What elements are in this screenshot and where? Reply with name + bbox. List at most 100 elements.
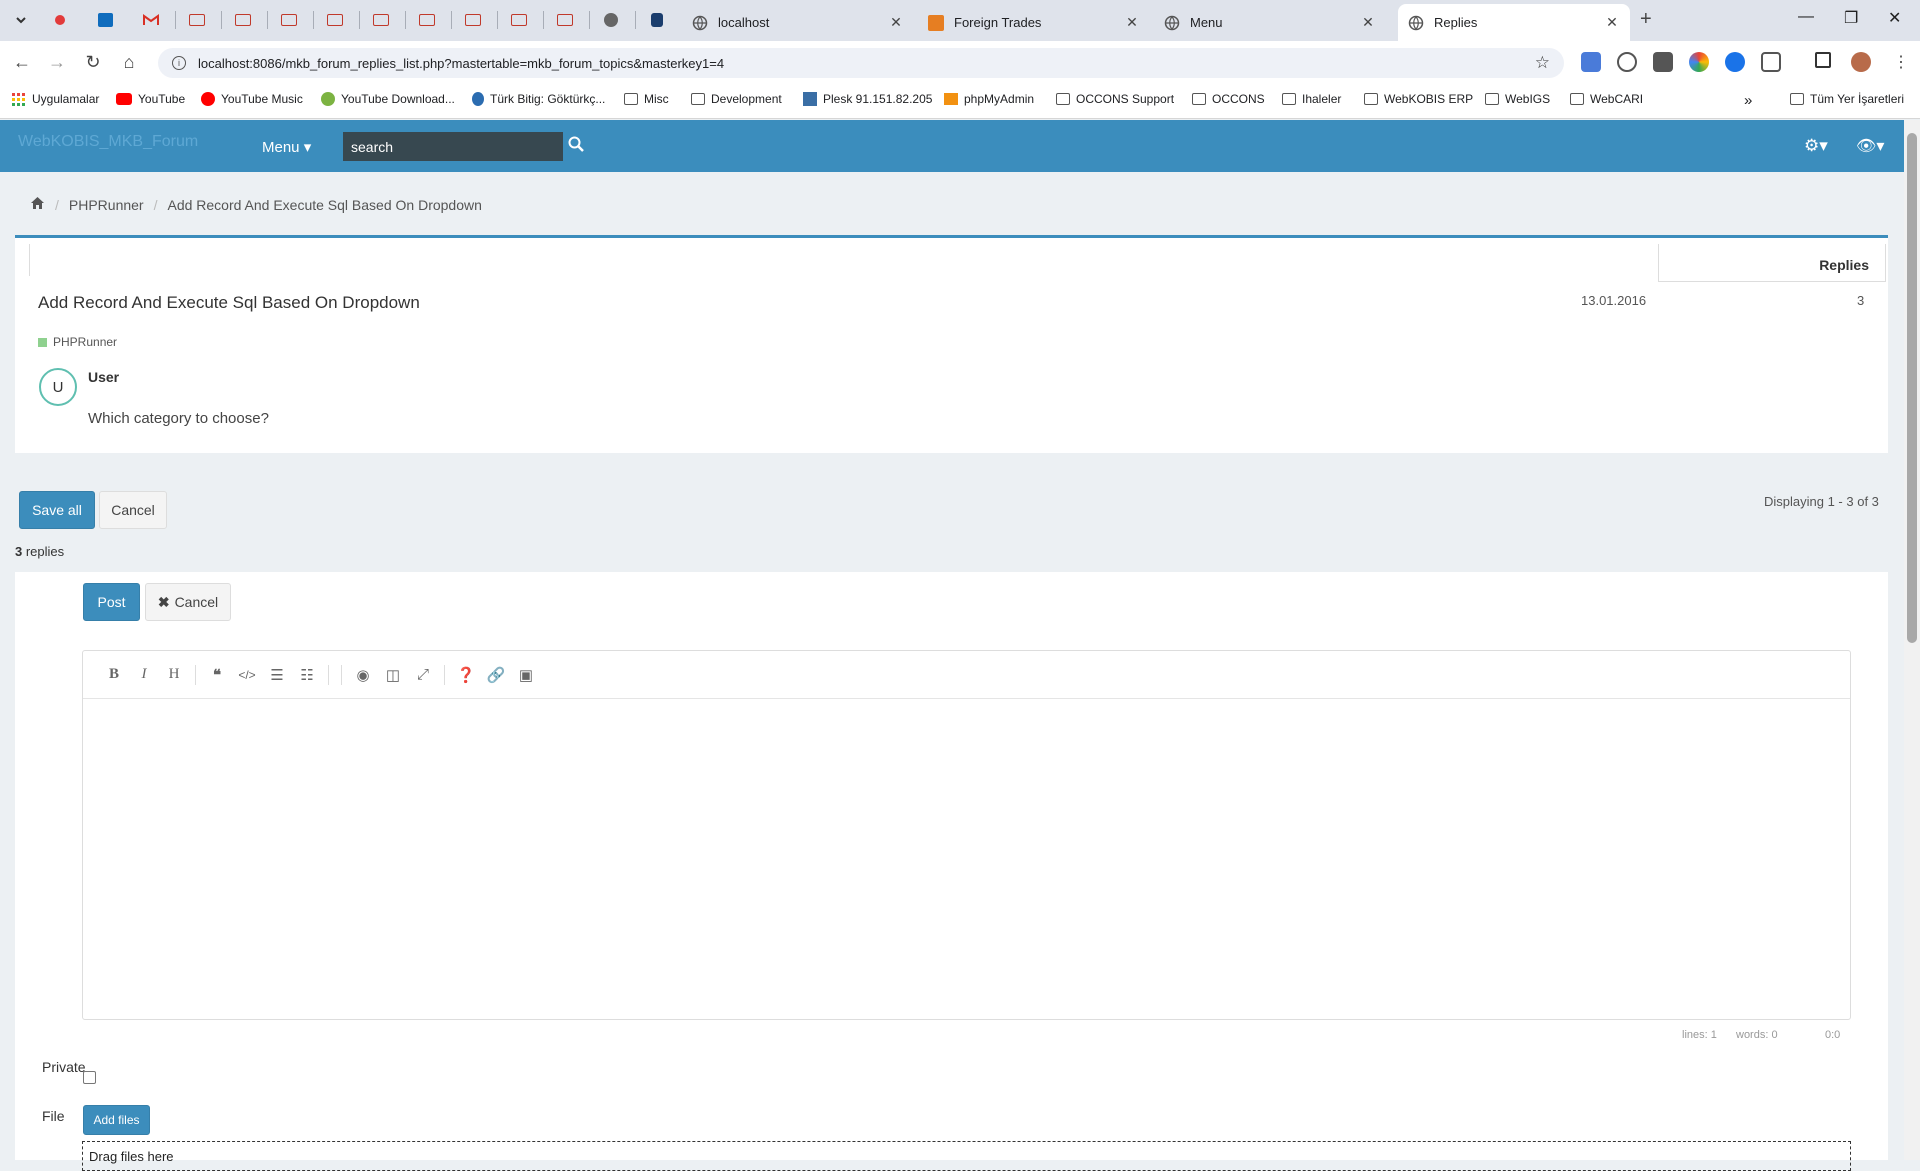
color-picker-extension-icon[interactable] xyxy=(1689,52,1709,72)
search-input[interactable] xyxy=(343,132,563,161)
markdown-editor[interactable]: B I H ❝ </> ☰ ☷ ◉ ◫ ⤢ ❓ 🔗 ▣ xyxy=(82,650,1851,1020)
bookmark-youtube-download[interactable]: YouTube Download... xyxy=(321,92,455,106)
tab-replies[interactable]: Replies ✕ xyxy=(1398,4,1630,41)
breadcrumb: / PHPRunner / Add Record And Execute Sql… xyxy=(30,196,482,213)
image-icon[interactable]: ▣ xyxy=(511,666,541,684)
app-tab-icon[interactable] xyxy=(276,8,302,32)
app-tab-icon[interactable] xyxy=(184,8,210,32)
file-dropzone[interactable]: Drag files here xyxy=(82,1141,1851,1171)
app-tab-icon[interactable] xyxy=(644,8,670,32)
quote-icon[interactable]: ❝ xyxy=(202,666,232,684)
gmail-tab-icon[interactable] xyxy=(138,8,164,32)
code-icon[interactable]: </> xyxy=(232,668,262,682)
bookmark-phpmyadmin[interactable]: phpMyAdmin xyxy=(944,92,1034,106)
folder-icon xyxy=(1570,93,1584,105)
save-all-button[interactable]: Save all xyxy=(19,491,95,529)
post-button[interactable]: Post xyxy=(83,583,140,621)
translate-extension-icon[interactable] xyxy=(1581,52,1601,72)
tab-search-icon[interactable] xyxy=(8,8,34,32)
private-checkbox[interactable] xyxy=(83,1071,96,1084)
infinity-extension-icon[interactable] xyxy=(1725,52,1745,72)
help-icon[interactable]: ❓ xyxy=(451,666,481,684)
app-tab-icon[interactable] xyxy=(552,8,578,32)
bookmark-folder-all[interactable]: Tüm Yer İşaretleri xyxy=(1790,92,1904,106)
fullscreen-icon[interactable]: ⤢ xyxy=(408,666,438,683)
cancel-reply-button[interactable]: ✖ Cancel xyxy=(145,583,231,621)
menu-dropdown[interactable]: Menu ▾ xyxy=(262,138,311,156)
recycle-extension-icon[interactable] xyxy=(1617,52,1637,72)
topic-date: 13.01.2016 xyxy=(1581,293,1647,308)
bookmark-folder-development[interactable]: Development xyxy=(691,92,782,106)
italic-icon[interactable]: I xyxy=(129,666,159,683)
back-icon[interactable]: ← xyxy=(11,52,33,73)
bold-icon[interactable]: B xyxy=(99,666,129,683)
home-icon[interactable] xyxy=(30,196,45,213)
heading-icon[interactable]: H xyxy=(159,666,189,683)
close-icon[interactable]: ✕ xyxy=(1360,14,1376,31)
bookmark-youtube-music[interactable]: YouTube Music xyxy=(201,92,303,106)
address-bar[interactable]: i localhost:8086/mkb_forum_replies_list.… xyxy=(158,48,1564,78)
minimize-icon[interactable]: — xyxy=(1798,8,1814,26)
close-icon[interactable]: ✕ xyxy=(888,14,904,31)
cancel-button[interactable]: Cancel xyxy=(99,491,167,529)
outlook-tab-icon[interactable] xyxy=(92,8,118,32)
more-bookmarks-icon[interactable]: » xyxy=(1744,92,1752,109)
kebab-menu-icon[interactable]: ⋮ xyxy=(1893,52,1909,72)
tab-foreign-trades[interactable]: Foreign Trades ✕ xyxy=(918,4,1150,41)
view-eye-icon[interactable]: 👁▾ xyxy=(1856,136,1884,156)
browser-tab-strip: localhost ✕ Foreign Trades ✕ Menu ✕ Repl… xyxy=(0,0,1920,41)
tab-menu[interactable]: Menu ✕ xyxy=(1154,4,1386,41)
forward-icon[interactable]: → xyxy=(46,52,68,73)
bookmark-folder-misc[interactable]: Misc xyxy=(624,92,669,106)
bookmark-folder-occons-support[interactable]: OCCONS Support xyxy=(1056,92,1174,106)
phpmyadmin-icon xyxy=(944,93,958,105)
numbered-list-icon[interactable]: ☷ xyxy=(292,666,322,684)
app-tab-icon[interactable] xyxy=(506,8,532,32)
reload-icon[interactable]: ↻ xyxy=(82,52,104,73)
app-brand[interactable]: WebKOBIS_MKB_Forum xyxy=(18,133,198,151)
app-tab-icon[interactable] xyxy=(230,8,256,32)
preview-eye-icon[interactable]: ◉ xyxy=(348,666,378,684)
bookmark-folder-webigs[interactable]: WebIGS xyxy=(1485,92,1550,106)
replies-column-header[interactable]: Replies xyxy=(1658,244,1886,282)
bookmark-folder-webkobis-erp[interactable]: WebKOBIS ERP xyxy=(1364,92,1473,106)
scrollbar-thumb[interactable] xyxy=(1907,133,1917,643)
topic-category[interactable]: PHPRunner xyxy=(38,335,117,349)
globe-tab-icon[interactable] xyxy=(598,8,624,32)
side-panel-icon[interactable] xyxy=(1815,52,1831,68)
bookmark-folder-occons[interactable]: OCCONS xyxy=(1192,92,1265,106)
search-icon[interactable] xyxy=(568,136,584,157)
link-icon[interactable]: 🔗 xyxy=(481,666,511,684)
bookmark-folder-webcari[interactable]: WebCARI xyxy=(1570,92,1643,106)
bookmark-apps[interactable]: Uygulamalar xyxy=(12,92,99,106)
close-window-icon[interactable]: ✕ xyxy=(1888,8,1901,28)
plesk-icon xyxy=(803,92,817,106)
site-info-icon[interactable]: i xyxy=(172,56,186,70)
bookmark-youtube[interactable]: YouTube xyxy=(116,92,185,106)
globe-icon xyxy=(1164,15,1180,31)
close-icon[interactable]: ✕ xyxy=(1124,14,1140,31)
app-tab-icon[interactable] xyxy=(368,8,394,32)
pinned-tab-icon[interactable] xyxy=(47,8,73,32)
bookmark-turk-bitig[interactable]: Türk Bitig: Göktürkç... xyxy=(472,92,605,106)
restore-icon[interactable]: ❐ xyxy=(1844,8,1858,28)
bookmark-star-icon[interactable]: ☆ xyxy=(1535,53,1550,73)
bullet-list-icon[interactable]: ☰ xyxy=(262,666,292,684)
close-icon[interactable]: ✕ xyxy=(1604,14,1620,31)
add-files-button[interactable]: Add files xyxy=(83,1105,150,1135)
topic-title: Add Record And Execute Sql Based On Drop… xyxy=(38,293,420,312)
settings-gear-icon[interactable]: ⚙▾ xyxy=(1804,136,1828,156)
side-by-side-icon[interactable]: ◫ xyxy=(378,666,408,684)
puzzle-icon[interactable] xyxy=(1761,52,1781,72)
app-tab-icon[interactable] xyxy=(322,8,348,32)
app-tab-icon[interactable] xyxy=(414,8,440,32)
profile-avatar[interactable] xyxy=(1851,52,1871,72)
breadcrumb-link-phprunner[interactable]: PHPRunner xyxy=(69,197,144,213)
home-icon[interactable]: ⌂ xyxy=(118,52,140,73)
tab-localhost[interactable]: localhost ✕ xyxy=(682,4,914,41)
extension-icon[interactable] xyxy=(1653,52,1673,72)
bookmark-plesk[interactable]: Plesk 91.151.82.205 xyxy=(803,92,932,106)
app-tab-icon[interactable] xyxy=(460,8,486,32)
new-tab-icon[interactable]: + xyxy=(1640,8,1652,31)
bookmark-folder-ihaleler[interactable]: Ihaleler xyxy=(1282,92,1341,106)
